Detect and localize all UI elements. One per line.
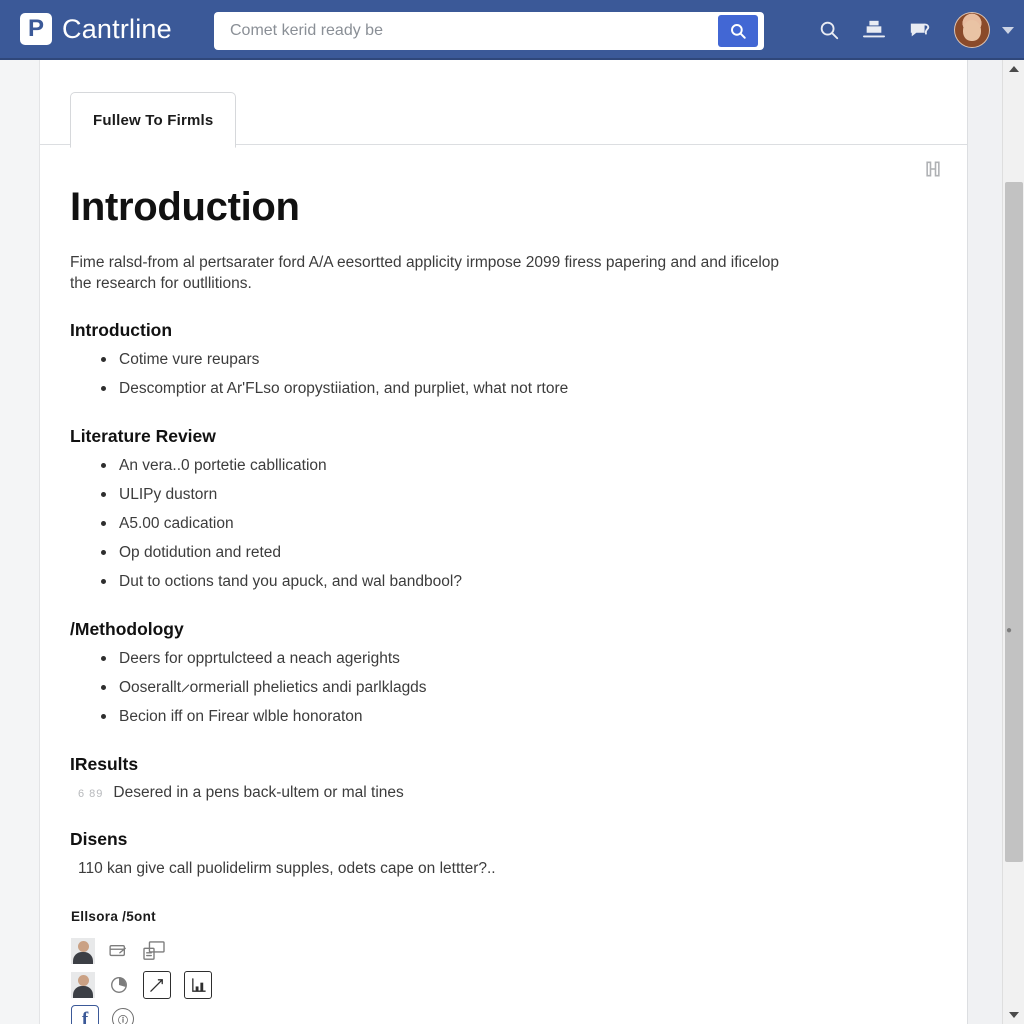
search-input[interactable] <box>228 13 718 49</box>
bullet-list: An vera..0 portetie cabllication ULIPy d… <box>70 456 927 592</box>
header-icon-group <box>818 0 1014 60</box>
app-root: P Cantrline Comet kerid ready be Fullew … <box>0 0 1024 1024</box>
section-disens: Disens 110 kan give call puolidelirm sup… <box>70 829 927 879</box>
section-literature-review: Literature Review An vera..0 portetie ca… <box>70 426 927 592</box>
card-edit-icon[interactable] <box>108 941 130 961</box>
section-heading: IResults <box>70 754 139 774</box>
list-item: Deers for opprtulcteed a neach agerights <box>101 649 927 669</box>
search-bar[interactable] <box>214 12 764 50</box>
tab-strip: Fullew To Firmls <box>40 60 967 148</box>
avatar-body <box>73 952 93 964</box>
left-gutter <box>0 60 40 1024</box>
search-submit-button[interactable] <box>718 15 758 47</box>
section-heading: Literature Review <box>70 426 216 446</box>
avatar-head <box>78 975 89 986</box>
content-card: Fullew To Firmls Introduction Fime ralsd… <box>40 60 968 1024</box>
avatar-head <box>78 941 89 952</box>
page-title: Introduction <box>70 185 300 229</box>
section-paragraph: 110 kan give call puolidelirm supples, o… <box>78 860 496 877</box>
presentation-icon[interactable] <box>143 941 165 961</box>
chevron-down-icon[interactable] <box>1002 26 1014 34</box>
list-item: An vera..0 portetie cabllication <box>101 456 927 476</box>
section-heading: Introduction <box>70 320 173 340</box>
scrollbar-grip: ● <box>1006 625 1013 636</box>
brand[interactable]: P Cantrline <box>20 13 172 45</box>
briefcase-icon-button[interactable] <box>862 19 886 41</box>
lede-paragraph: Fime ralsd-from al pertsarater ford A/A … <box>70 254 780 292</box>
section-heading: Disens <box>70 829 128 849</box>
list-item: Op dotidution and reted <box>101 543 927 563</box>
brand-logo-icon: P <box>20 13 52 45</box>
scroll-up-button[interactable] <box>1003 60 1024 78</box>
avatar-body <box>73 986 93 998</box>
line-chart-icon[interactable] <box>143 971 171 999</box>
top-navigation-bar: P Cantrline <box>0 0 1024 60</box>
bar-chart-icon[interactable] <box>184 971 212 999</box>
result-text: Desered in a pens back-ultem or mal tine… <box>113 784 404 801</box>
list-item: Dut to octions tand you apuck, and wal b… <box>101 572 927 592</box>
search-icon <box>820 21 839 40</box>
avatar[interactable] <box>954 12 990 48</box>
list-item: Ooserallt ̷ ormeriall phelietics andi pa… <box>101 678 927 698</box>
person-thumbnail[interactable] <box>71 972 95 998</box>
seal-badge-icon[interactable]: ⓘ <box>112 1008 134 1024</box>
list-item: Becion iff on Firear wlble honoraton <box>101 707 927 727</box>
assets-section: Ellsora /5ont f ⓘ <box>70 909 927 1024</box>
bullet-list: Cotime vure reupars Descomptior at Ar'FL… <box>70 350 927 399</box>
vertical-scrollbar[interactable]: ● <box>1002 60 1024 1024</box>
person-thumbnail[interactable] <box>71 938 95 964</box>
assets-title: Ellsora /5ont <box>71 909 156 924</box>
avatar-face <box>963 20 981 41</box>
asset-row <box>71 934 927 968</box>
list-item: A5.00 cadication <box>101 514 927 534</box>
briefcase-icon <box>863 20 885 38</box>
result-line: 6 89 Desered in a pens back-ultem or mal… <box>70 784 927 802</box>
section-heading: /Methodology <box>70 619 184 639</box>
search-icon-button[interactable] <box>818 19 840 41</box>
list-item: Cotime vure reupars <box>101 350 927 370</box>
chevron-down-icon <box>1008 1012 1019 1018</box>
bookmark-icon[interactable] <box>921 157 945 181</box>
chevron-up-icon <box>1008 66 1019 72</box>
list-item: ULIPy dustorn <box>101 485 927 505</box>
tab-fullew-to-firmls[interactable]: Fullew To Firmls <box>70 92 237 148</box>
messages-icon <box>910 23 930 37</box>
brand-name: Cantrline <box>62 13 172 44</box>
section-methodology: /Methodology Deers for opprtulcteed a ne… <box>70 619 927 727</box>
scrollbar-thumb[interactable]: ● <box>1005 182 1023 862</box>
scroll-down-button[interactable] <box>1003 1006 1024 1024</box>
pie-chart-icon[interactable] <box>108 975 130 995</box>
search-icon <box>731 24 746 39</box>
messages-icon-button[interactable] <box>908 19 932 41</box>
list-item: Descomptior at Ar'FLso oropystiiation, a… <box>101 379 927 399</box>
result-marker: 6 89 <box>78 788 104 800</box>
asset-row: f ⓘ <box>71 1002 927 1024</box>
document-body: Introduction Fime ralsd-from al pertsara… <box>40 145 967 1024</box>
facebook-icon[interactable]: f <box>71 1005 99 1024</box>
section-introduction: Introduction Cotime vure reupars Descomp… <box>70 320 927 399</box>
section-results: IResults 6 89 Desered in a pens back-ult… <box>70 754 927 802</box>
bullet-list: Deers for opprtulcteed a neach agerights… <box>70 649 927 727</box>
asset-row <box>71 968 927 1002</box>
